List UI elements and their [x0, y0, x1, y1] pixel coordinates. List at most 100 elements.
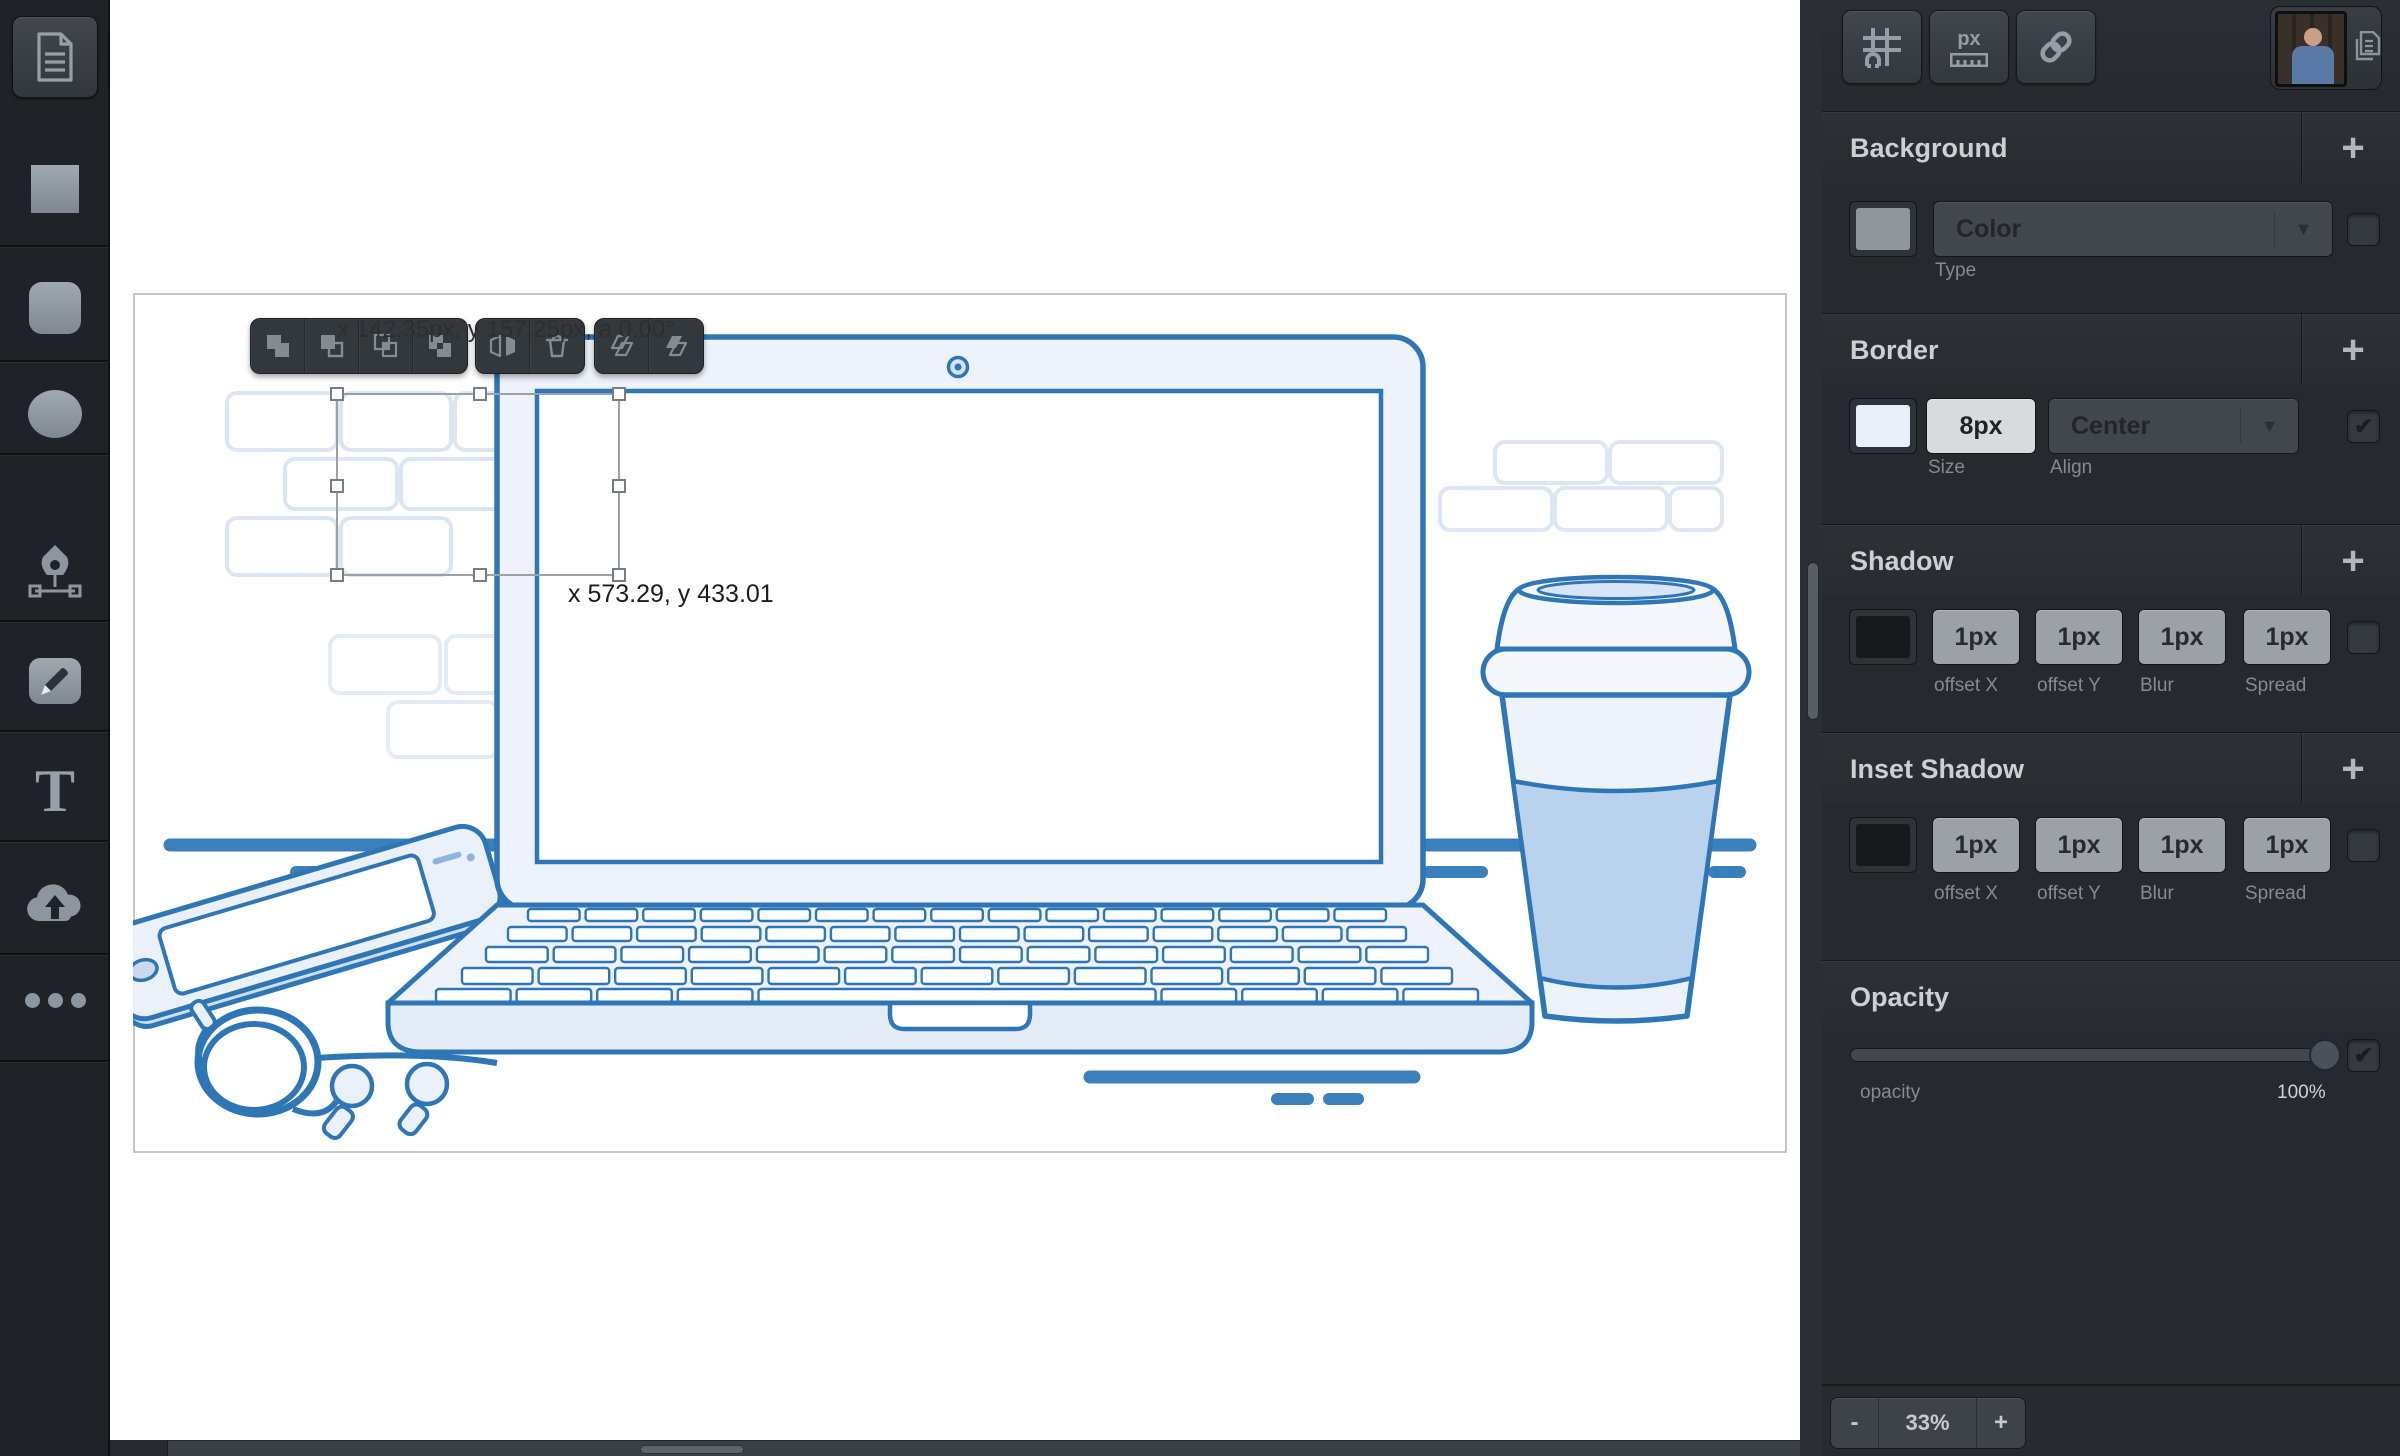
section-title: Opacity	[1850, 961, 1949, 1033]
rectangle-tool[interactable]	[31, 165, 79, 213]
publish-tool[interactable]	[25, 880, 85, 928]
shadow-blur-input[interactable]: 1px	[2138, 609, 2226, 665]
inset-shadow-enabled-checkbox[interactable]	[2347, 829, 2380, 862]
section-shadow: Shadow +	[1822, 524, 2400, 596]
scrollbar-corner	[110, 1441, 168, 1456]
ellipsis-icon	[25, 993, 40, 1008]
inset-shadow-spread-input[interactable]: 1px	[2243, 817, 2331, 873]
text-tool[interactable]: T	[0, 760, 110, 822]
section-title: Inset Shadow	[1850, 733, 2024, 805]
selection-handle-sw[interactable]	[330, 568, 344, 582]
background-enabled-checkbox[interactable]	[2347, 213, 2380, 246]
section-title: Background	[1850, 112, 2008, 184]
selection-handle-nw[interactable]	[330, 387, 344, 401]
selection-handle-ne[interactable]	[612, 387, 626, 401]
vertical-scrollbar[interactable]	[1800, 0, 1822, 1456]
chevron-down-icon: ▼	[2274, 212, 2332, 246]
shadow-enabled-checkbox[interactable]	[2347, 621, 2380, 654]
pages-button[interactable]	[2270, 6, 2382, 90]
panel-bottombar: - 33% +	[1822, 1384, 2400, 1456]
units-button[interactable]: px	[1929, 10, 2009, 84]
selection-handle-w[interactable]	[330, 479, 344, 493]
opacity-enabled-checkbox[interactable]: ✔	[2347, 1039, 2380, 1072]
coffee-cup[interactable]	[1483, 577, 1749, 1021]
avatar[interactable]	[2275, 11, 2347, 87]
add-shadow-button[interactable]: +	[2318, 525, 2388, 597]
border-enabled-checkbox[interactable]: ✔	[2347, 410, 2380, 443]
section-title: Shadow	[1850, 525, 1954, 597]
zoom-out-button[interactable]: -	[1831, 1398, 1879, 1448]
grid-settings-button[interactable]	[1842, 10, 1922, 84]
offset-y-label: offset Y	[2037, 883, 2101, 905]
section-title: Border	[1850, 314, 1939, 386]
zoom-level[interactable]: 33%	[1879, 1398, 1977, 1448]
blur-label: Blur	[2140, 883, 2174, 905]
add-inset-shadow-button[interactable]: +	[2318, 733, 2388, 805]
border-align-dropdown[interactable]: Center ▼	[2048, 398, 2299, 454]
add-border-button[interactable]: +	[2318, 314, 2388, 386]
horizontal-scrollbar[interactable]	[110, 1440, 1800, 1456]
background-type-dropdown[interactable]: Color ▼	[1933, 201, 2333, 257]
pen-nib-icon	[27, 543, 83, 601]
vertical-scrollbar-thumb[interactable]	[1807, 562, 1819, 720]
border-size-input[interactable]: 8px	[1926, 398, 2036, 454]
opacity-value: 100%	[2277, 1082, 2326, 1104]
selection-handle-e[interactable]	[612, 479, 626, 493]
align-label: Align	[2050, 457, 2092, 479]
opacity-slider[interactable]	[1850, 1048, 2333, 1062]
inspector-panel: px Backg	[1822, 0, 2400, 1456]
shadow-offset-y-input[interactable]: 1px	[2035, 609, 2123, 665]
inset-shadow-offset-x-input[interactable]: 1px	[1932, 817, 2020, 873]
border-color-swatch[interactable]	[1849, 398, 1917, 454]
units-label: px	[1957, 28, 1980, 51]
tool-sidebar: T	[0, 0, 110, 1456]
document-icon	[35, 32, 75, 82]
blur-label: Blur	[2140, 675, 2174, 697]
zoom-control: - 33% +	[1830, 1397, 2026, 1449]
link-button[interactable]	[2016, 10, 2096, 84]
pen-tool[interactable]	[27, 542, 83, 602]
section-inset-shadow: Inset Shadow +	[1822, 732, 2400, 804]
cursor-readout: x 573.29, y 433.01	[568, 580, 774, 609]
boolean-union-icon	[264, 332, 292, 360]
selection-bounding-box[interactable]	[336, 393, 620, 576]
background-color-swatch[interactable]	[1849, 201, 1917, 257]
link-icon	[2036, 27, 2076, 67]
inset-shadow-color-swatch[interactable]	[1849, 817, 1917, 873]
opacity-label: opacity	[1860, 1082, 1920, 1104]
offset-x-label: offset X	[1934, 675, 1998, 697]
size-label: Size	[1928, 457, 1965, 479]
pencil-icon	[37, 663, 73, 699]
opacity-slider-knob[interactable]	[2309, 1039, 2341, 1071]
zoom-in-button[interactable]: +	[1977, 1398, 2025, 1448]
position-readout: x 142.35px, y 157.25px, a 0.00°	[337, 316, 675, 344]
shadow-spread-input[interactable]: 1px	[2243, 609, 2331, 665]
selection-handle-n[interactable]	[473, 387, 487, 401]
selection-handle-s[interactable]	[473, 568, 487, 582]
section-opacity: Opacity	[1822, 960, 2400, 1032]
canvas-region[interactable]: x 142.35px, y 157.25px, a 0.00° x 573.29…	[110, 0, 1800, 1440]
shadow-offset-x-input[interactable]: 1px	[1932, 609, 2020, 665]
grid-icon	[1861, 26, 1903, 68]
more-tool[interactable]	[0, 985, 110, 1015]
section-border: Border +	[1822, 313, 2400, 385]
spread-label: Spread	[2245, 675, 2306, 697]
shadow-color-swatch[interactable]	[1849, 609, 1917, 665]
type-label: Type	[1935, 260, 1976, 282]
boolean-union-button[interactable]	[251, 319, 305, 373]
inspector-topbar: px	[1822, 0, 2400, 100]
inset-shadow-blur-input[interactable]: 1px	[2138, 817, 2226, 873]
page-tool[interactable]	[12, 16, 98, 98]
inset-shadow-offset-y-input[interactable]: 1px	[2035, 817, 2123, 873]
brick-group-right	[1440, 442, 1722, 530]
pencil-tool[interactable]	[29, 658, 81, 704]
app-window: x 142.35px, y 157.25px, a 0.00° x 573.29…	[0, 0, 2400, 1456]
ellipse-tool[interactable]	[28, 390, 82, 438]
ruler-icon	[1950, 53, 1988, 67]
section-background: Background +	[1822, 111, 2400, 183]
offset-x-label: offset X	[1934, 883, 1998, 905]
rounded-rectangle-tool[interactable]	[29, 282, 81, 334]
horizontal-scrollbar-thumb[interactable]	[640, 1445, 744, 1454]
add-background-button[interactable]: +	[2318, 112, 2388, 184]
offset-y-label: offset Y	[2037, 675, 2101, 697]
